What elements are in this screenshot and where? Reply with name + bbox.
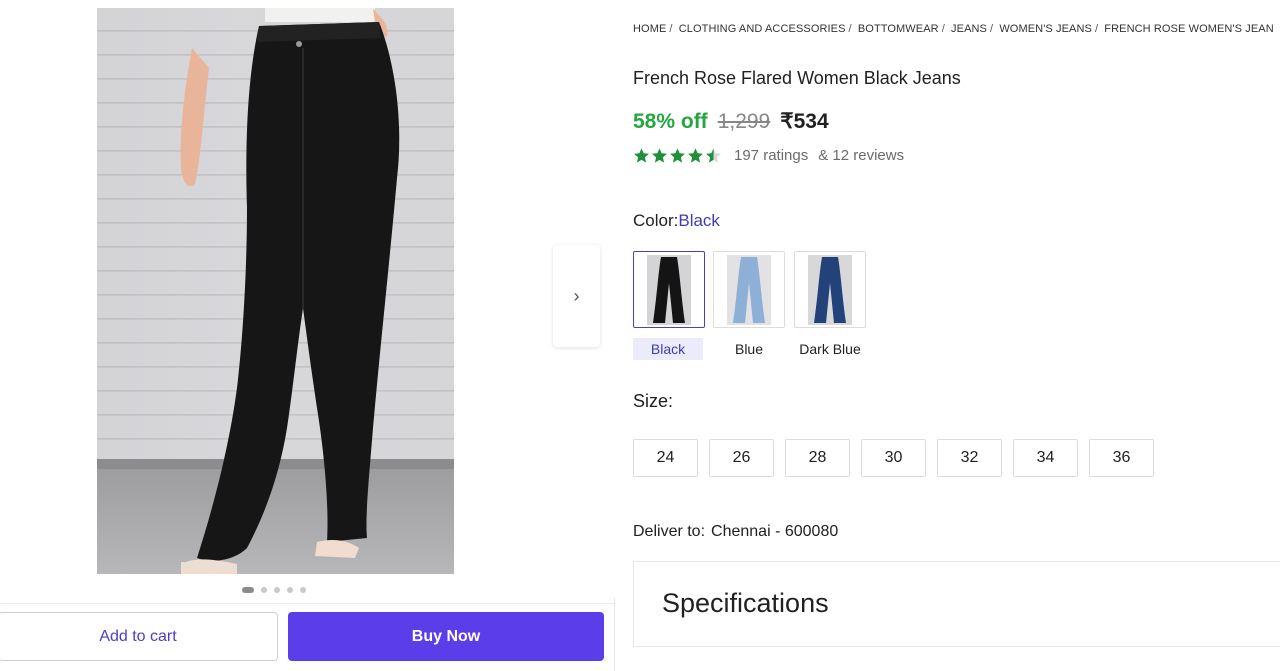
size-option-36[interactable]: 36 — [1089, 439, 1154, 477]
product-image[interactable] — [97, 8, 454, 574]
swatch-image-black — [647, 254, 691, 325]
breadcrumb: HOME / CLOTHING AND ACCESSORIES / BOTTOMWE… — [633, 23, 1274, 35]
ratings-count[interactable]: 197 ratings — [734, 147, 808, 164]
size-option-24[interactable]: 24 — [633, 439, 698, 477]
gallery-next-button[interactable]: › — [553, 245, 600, 347]
selected-color: Black — [678, 211, 720, 230]
star-full-icon — [634, 148, 649, 163]
swatch-image-blue — [727, 254, 771, 325]
size-option-28[interactable]: 28 — [785, 439, 850, 477]
star-full-icon — [688, 148, 703, 163]
chevron-right-icon: › — [573, 285, 580, 306]
gallery-dot-5[interactable] — [300, 587, 306, 593]
action-bar-divider — [0, 603, 614, 604]
gallery-dot-3[interactable] — [274, 587, 280, 593]
product-title: French Rose Flared Women Black Jeans — [633, 68, 961, 88]
color-swatch-black[interactable] — [633, 251, 705, 328]
gallery-dot-4[interactable] — [287, 587, 293, 593]
gallery-dot-2[interactable] — [261, 587, 267, 593]
specifications-section[interactable]: Specifications — [633, 561, 1280, 647]
delivery-info[interactable]: Deliver to: Chennai - 600080 — [633, 523, 838, 541]
star-full-icon — [652, 148, 667, 163]
breadcrumb-current[interactable]: FRENCH ROSE WOMEN'S JEAN — [1104, 23, 1274, 35]
gallery-dots[interactable] — [242, 587, 306, 593]
color-option-black-label[interactable]: Black — [633, 338, 703, 360]
size-option-26[interactable]: 26 — [709, 439, 774, 477]
color-swatch-blue[interactable] — [713, 251, 785, 328]
delivery-label: Deliver to: — [633, 523, 706, 540]
column-divider — [614, 598, 615, 671]
size-option-32[interactable]: 32 — [937, 439, 1002, 477]
delivery-location[interactable]: Chennai - 600080 — [711, 523, 838, 540]
price-row: 58% off 1,299 ₹534 — [633, 109, 829, 134]
gallery-dot-1[interactable] — [242, 587, 254, 593]
selling-price: ₹534 — [780, 110, 829, 133]
reviews-count[interactable]: & 12 reviews — [818, 147, 904, 164]
breadcrumb-bottomwear[interactable]: BOTTOMWEAR — [858, 23, 939, 35]
breadcrumb-jeans[interactable]: JEANS — [951, 23, 987, 35]
color-swatch-dark-blue[interactable] — [794, 251, 866, 328]
buy-now-button[interactable]: Buy Now — [288, 612, 604, 661]
add-to-cart-button[interactable]: Add to cart — [0, 612, 278, 661]
color-option-dark-blue-label[interactable]: Dark Blue — [794, 338, 866, 360]
size-label: Size: — [633, 391, 674, 411]
size-options: 24 26 28 30 32 34 36 — [633, 439, 1154, 477]
color-label: Color:Black — [633, 211, 720, 230]
star-full-icon — [670, 148, 685, 163]
swatch-image-dark-blue — [808, 254, 852, 325]
jeans-illustration — [180, 8, 400, 574]
breadcrumb-home[interactable]: HOME — [633, 23, 666, 35]
breadcrumb-womens-jeans[interactable]: WOMEN'S JEANS — [999, 23, 1092, 35]
size-option-34[interactable]: 34 — [1013, 439, 1078, 477]
star-half-icon — [706, 148, 721, 163]
star-rating — [633, 147, 722, 164]
rating-row[interactable]: 197 ratings & 12 reviews — [633, 147, 904, 164]
breadcrumb-clothing[interactable]: CLOTHING AND ACCESSORIES — [679, 23, 846, 35]
size-option-30[interactable]: 30 — [861, 439, 926, 477]
color-option-blue-label[interactable]: Blue — [713, 338, 785, 360]
original-price: 1,299 — [717, 110, 771, 133]
discount-badge: 58% off — [633, 110, 708, 133]
specifications-title: Specifications — [662, 588, 829, 618]
